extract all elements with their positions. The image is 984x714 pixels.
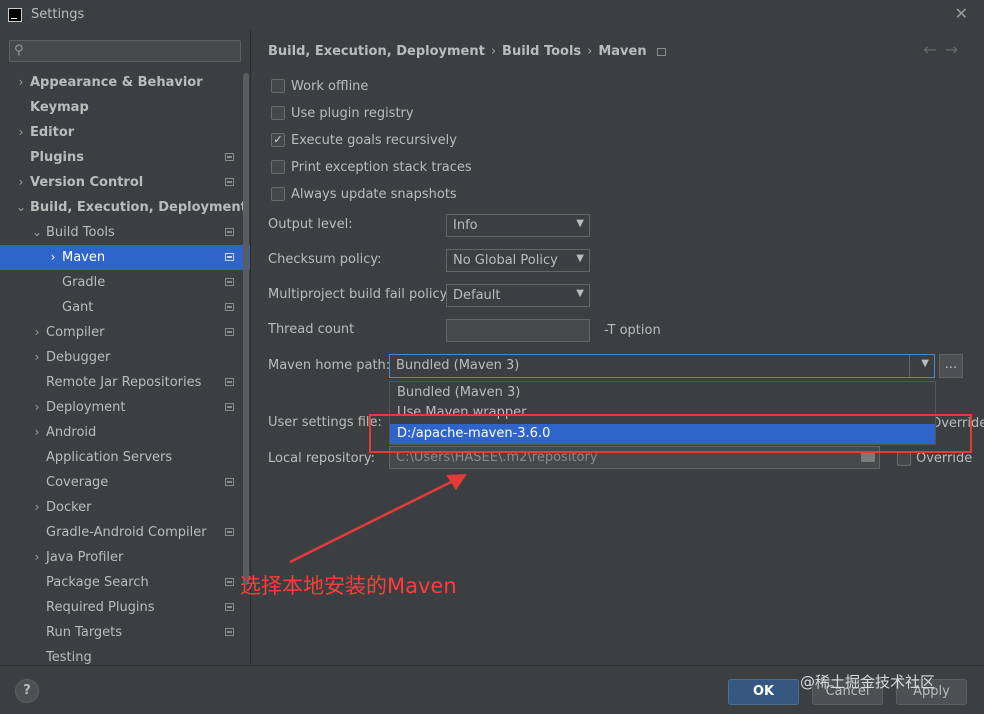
annotation-text: 选择本地安装的Maven (240, 574, 457, 598)
annotation-arrow-icon (289, 474, 467, 564)
ok-button[interactable]: OK (728, 679, 799, 705)
help-button[interactable]: ? (15, 679, 39, 703)
watermark-text: @稀土掘金技术社区 (800, 673, 936, 691)
